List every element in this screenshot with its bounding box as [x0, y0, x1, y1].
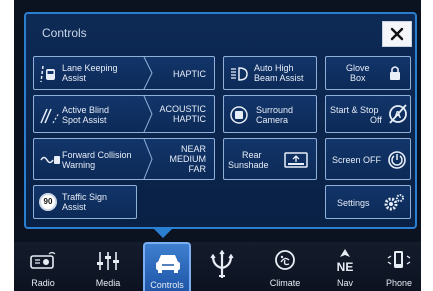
active-tab-pointer: [154, 229, 172, 238]
trident-logo-icon: [210, 250, 234, 278]
speed-limit-sign-icon: 90: [39, 193, 57, 211]
active-blind-spot-tile[interactable]: Active Blind Spot Assist ACOUSTIC HAPTIC: [33, 95, 215, 133]
glove-box-tile[interactable]: Glove Box: [325, 56, 411, 90]
surround-camera-label-2: Camera: [256, 115, 289, 125]
controls-panel: Controls Lane Keeping Assist HAPTIC Acti…: [24, 12, 417, 229]
settings-tile[interactable]: Settings: [325, 185, 411, 219]
forward-collision-label-2: Warning: [62, 160, 96, 170]
power-icon: [388, 151, 406, 169]
blind-spot-label-2: Spot Assist: [62, 115, 107, 125]
lane-keeping-label-1: Lane Keeping: [62, 63, 118, 73]
tile-divider: [143, 57, 153, 89]
tab-label-phone: Phone: [385, 278, 413, 288]
lane-keeping-label-2: Assist: [62, 73, 87, 83]
blind-spot-label-1: Active Blind: [62, 105, 110, 115]
sunshade-icon: [284, 152, 308, 168]
lock-icon: [390, 66, 400, 80]
compass-icon: [340, 249, 350, 257]
forward-collision-value-1: NEAR: [180, 144, 206, 154]
auto-start-stop-off-icon: A: [389, 104, 407, 124]
tab-label-controls: Controls: [150, 280, 184, 290]
lane-keeping-assist-tile[interactable]: Lane Keeping Assist HAPTIC: [33, 56, 215, 90]
tab-label-nav: Nav: [336, 278, 353, 288]
climate-icon: [275, 250, 295, 270]
tab-phone[interactable]: Phone: [377, 242, 421, 291]
tab-label-radio: Radio: [31, 278, 55, 288]
high-beam-label-2: Beam Assist: [254, 73, 304, 83]
forward-collision-value-2: MEDIUM: [169, 154, 207, 164]
traffic-sign-label-2: Assist: [62, 202, 87, 212]
glove-box-label-1: Glove: [346, 63, 370, 73]
auto-high-beam-tile[interactable]: Auto High Beam Assist: [223, 56, 317, 90]
traffic-sign-assist-tile[interactable]: 90 Traffic Sign Assist: [33, 185, 137, 219]
rear-sunshade-label-2: Sunshade: [228, 160, 269, 170]
start-stop-tile[interactable]: Start & Stop Off A: [325, 95, 411, 133]
glove-box-label-2: Box: [350, 73, 366, 83]
panel-title: Controls: [42, 26, 87, 40]
rear-sunshade-tile[interactable]: Rear Sunshade: [223, 138, 317, 180]
tab-label-climate: Climate: [269, 278, 301, 288]
blind-spot-value-1: ACOUSTIC: [159, 104, 206, 114]
high-beam-label-1: Auto High: [254, 63, 294, 73]
speed-limit-value: 90: [43, 197, 53, 206]
close-button[interactable]: [382, 21, 412, 47]
close-icon: [390, 27, 404, 41]
car-icon: [156, 255, 180, 273]
settings-label: Settings: [337, 198, 370, 208]
radio-icon: [30, 251, 56, 269]
high-beam-icon: [231, 67, 248, 81]
gears-icon: [384, 194, 404, 211]
tab-radio[interactable]: Radio: [21, 242, 65, 291]
start-stop-label-1: Start & Stop: [330, 105, 379, 115]
lane-keeping-value: HAPTIC: [172, 69, 206, 79]
surround-camera-icon: [230, 106, 248, 124]
tab-media[interactable]: Media: [86, 242, 130, 291]
tab-climate[interactable]: Climate: [263, 242, 307, 291]
lane-keeping-icon: [40, 65, 55, 83]
surround-camera-label-1: Surround: [256, 105, 294, 115]
tab-controls[interactable]: Controls: [143, 242, 191, 291]
traffic-sign-label-1: Traffic Sign: [62, 192, 108, 202]
tile-divider: [143, 139, 153, 179]
nav-heading: NE: [336, 260, 354, 274]
phone-icon: [387, 251, 411, 268]
screen-off-label: Screen OFF: [332, 155, 382, 165]
forward-collision-value-3: FAR: [188, 164, 206, 174]
tab-label-media: Media: [95, 278, 121, 288]
blind-spot-value-2: HAPTIC: [172, 114, 206, 124]
start-stop-label-2: Off: [370, 115, 382, 125]
rear-sunshade-label-1: Rear: [242, 150, 262, 160]
tile-divider: [143, 96, 153, 132]
forward-collision-label-1: Forward Collision: [62, 150, 132, 160]
surround-camera-tile[interactable]: Surround Camera: [223, 95, 317, 133]
screen-off-tile[interactable]: Screen OFF: [325, 138, 411, 180]
forward-collision-tile[interactable]: Forward Collision Warning NEAR MEDIUM FA…: [33, 138, 215, 180]
media-icon: [97, 252, 119, 270]
blind-spot-icon: [40, 108, 60, 124]
tab-nav[interactable]: NE Nav: [323, 242, 367, 291]
forward-collision-icon: [40, 156, 60, 164]
tab-home-logo[interactable]: [200, 242, 244, 291]
